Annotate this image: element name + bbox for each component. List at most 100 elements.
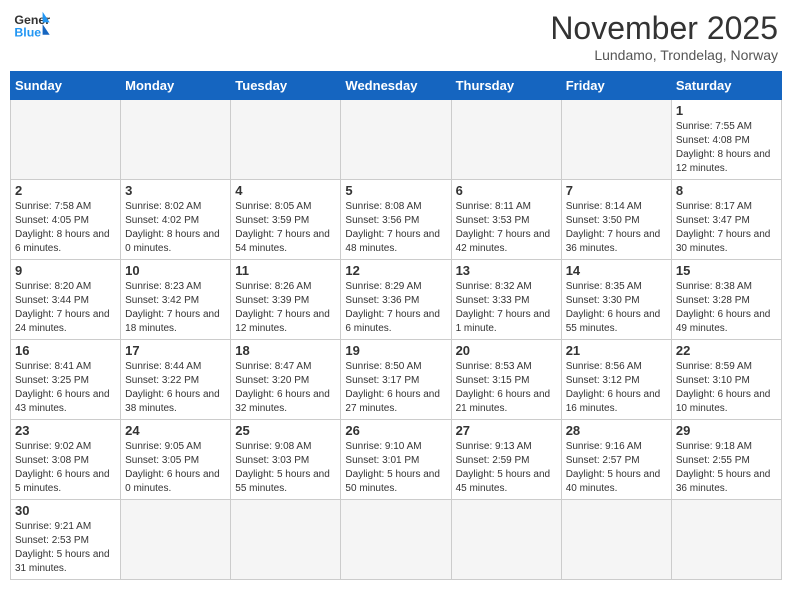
day-number: 3 xyxy=(125,183,226,198)
day-info: Sunrise: 9:02 AMSunset: 3:08 PMDaylight:… xyxy=(15,440,116,496)
day-info: Sunrise: 8:14 AMSunset: 3:50 PMDaylight:… xyxy=(566,200,667,256)
empty-cell xyxy=(231,100,341,180)
weekday-header-row: Sunday Monday Tuesday Wednesday Thursday… xyxy=(11,72,782,100)
empty-cell xyxy=(231,500,341,580)
day-cell: 8Sunrise: 8:17 AMSunset: 3:47 PMDaylight… xyxy=(671,180,781,260)
empty-cell xyxy=(121,100,231,180)
day-cell: 17 Sunrise: 8:44 AMSunset: 3:22 PMDayligh… xyxy=(121,340,231,420)
day-cell: 22 Sunrise: 8:59 AMSunset: 3:10 PMDayligh… xyxy=(671,340,781,420)
day-info: Sunrise: 9:05 AMSunset: 3:05 PMDaylight:… xyxy=(125,440,226,496)
day-number: 7 xyxy=(566,183,667,198)
day-cell: 23 Sunrise: 9:02 AMSunset: 3:08 PMDayligh… xyxy=(11,420,121,500)
day-number: 9 xyxy=(15,263,116,278)
day-info: Sunrise: 9:13 AMSunset: 2:59 PMDaylight:… xyxy=(456,440,557,496)
day-info: Sunrise: 8:29 AMSunset: 3:36 PMDaylight:… xyxy=(345,280,446,336)
day-number: 14 xyxy=(566,263,667,278)
day-info: Sunrise: 8:11 AMSunset: 3:53 PMDaylight:… xyxy=(456,200,557,256)
day-cell: 11 Sunrise: 8:26 AMSunset: 3:39 PMDayligh… xyxy=(231,260,341,340)
day-number: 21 xyxy=(566,343,667,358)
day-cell: 20 Sunrise: 8:53 AMSunset: 3:15 PMDayligh… xyxy=(451,340,561,420)
day-info: Sunrise: 8:26 AMSunset: 3:39 PMDaylight:… xyxy=(235,280,336,336)
day-number: 23 xyxy=(15,423,116,438)
day-number: 1 xyxy=(676,103,777,118)
day-cell: 10Sunrise: 8:23 AMSunset: 3:42 PMDayligh… xyxy=(121,260,231,340)
calendar-row: 30Sunrise: 9:21 AMSunset: 2:53 PMDayligh… xyxy=(11,500,782,580)
day-number: 24 xyxy=(125,423,226,438)
day-number: 25 xyxy=(235,423,336,438)
day-number: 26 xyxy=(345,423,446,438)
day-cell: 19 Sunrise: 8:50 AMSunset: 3:17 PMDayligh… xyxy=(341,340,451,420)
day-cell: 9 Sunrise: 8:20 AMSunset: 3:44 PMDaylight… xyxy=(11,260,121,340)
day-cell: 26 Sunrise: 9:10 AMSunset: 3:01 PMDayligh… xyxy=(341,420,451,500)
header-monday: Monday xyxy=(121,72,231,100)
day-number: 16 xyxy=(15,343,116,358)
empty-cell xyxy=(561,100,671,180)
day-cell: 4Sunrise: 8:05 AMSunset: 3:59 PMDaylight… xyxy=(231,180,341,260)
day-info: Sunrise: 8:59 AMSunset: 3:10 PMDaylight:… xyxy=(676,360,777,416)
calendar-row: 1 Sunrise: 7:55 AMSunset: 4:08 PMDaylight… xyxy=(11,100,782,180)
day-cell: 2 Sunrise: 7:58 AMSunset: 4:05 PMDaylight… xyxy=(11,180,121,260)
location-subtitle: Lundamo, Trondelag, Norway xyxy=(550,47,778,63)
day-number: 17 xyxy=(125,343,226,358)
day-cell: 24 Sunrise: 9:05 AMSunset: 3:05 PMDayligh… xyxy=(121,420,231,500)
day-info: Sunrise: 8:05 AMSunset: 3:59 PMDaylight:… xyxy=(235,200,336,256)
day-cell: 3Sunrise: 8:02 AMSunset: 4:02 PMDaylight… xyxy=(121,180,231,260)
empty-cell xyxy=(451,100,561,180)
day-number: 2 xyxy=(15,183,116,198)
header-wednesday: Wednesday xyxy=(341,72,451,100)
day-info: Sunrise: 8:53 AMSunset: 3:15 PMDaylight:… xyxy=(456,360,557,416)
day-info: Sunrise: 9:21 AMSunset: 2:53 PMDaylight:… xyxy=(15,520,116,576)
day-info: Sunrise: 8:44 AMSunset: 3:22 PMDaylight:… xyxy=(125,360,226,416)
month-title: November 2025 xyxy=(550,10,778,47)
calendar-row: 16 Sunrise: 8:41 AMSunset: 3:25 PMDayligh… xyxy=(11,340,782,420)
day-cell: 30Sunrise: 9:21 AMSunset: 2:53 PMDayligh… xyxy=(11,500,121,580)
day-cell: 12Sunrise: 8:29 AMSunset: 3:36 PMDayligh… xyxy=(341,260,451,340)
logo: General Blue xyxy=(14,10,50,40)
calendar-row: 9 Sunrise: 8:20 AMSunset: 3:44 PMDaylight… xyxy=(11,260,782,340)
day-cell: 13Sunrise: 8:32 AMSunset: 3:33 PMDayligh… xyxy=(451,260,561,340)
day-number: 19 xyxy=(345,343,446,358)
day-cell: 18Sunrise: 8:47 AMSunset: 3:20 PMDayligh… xyxy=(231,340,341,420)
day-info: Sunrise: 9:10 AMSunset: 3:01 PMDaylight:… xyxy=(345,440,446,496)
day-cell: 16 Sunrise: 8:41 AMSunset: 3:25 PMDayligh… xyxy=(11,340,121,420)
header-tuesday: Tuesday xyxy=(231,72,341,100)
day-number: 22 xyxy=(676,343,777,358)
day-info: Sunrise: 8:41 AMSunset: 3:25 PMDaylight:… xyxy=(15,360,116,416)
day-info: Sunrise: 8:23 AMSunset: 3:42 PMDaylight:… xyxy=(125,280,226,336)
day-number: 11 xyxy=(235,263,336,278)
logo-icon: General Blue xyxy=(14,10,50,40)
calendar-row: 2 Sunrise: 7:58 AMSunset: 4:05 PMDaylight… xyxy=(11,180,782,260)
day-info: Sunrise: 9:16 AMSunset: 2:57 PMDaylight:… xyxy=(566,440,667,496)
day-info: Sunrise: 9:08 AMSunset: 3:03 PMDaylight:… xyxy=(235,440,336,496)
day-info: Sunrise: 9:18 AMSunset: 2:55 PMDaylight:… xyxy=(676,440,777,496)
calendar-table: Sunday Monday Tuesday Wednesday Thursday… xyxy=(10,71,782,580)
calendar-row: 23 Sunrise: 9:02 AMSunset: 3:08 PMDayligh… xyxy=(11,420,782,500)
day-info: Sunrise: 7:55 AMSunset: 4:08 PMDaylight:… xyxy=(676,120,777,176)
empty-cell xyxy=(341,100,451,180)
day-cell: 25 Sunrise: 9:08 AMSunset: 3:03 PMDayligh… xyxy=(231,420,341,500)
day-info: Sunrise: 8:20 AMSunset: 3:44 PMDaylight:… xyxy=(15,280,116,336)
day-number: 8 xyxy=(676,183,777,198)
day-cell: 6Sunrise: 8:11 AMSunset: 3:53 PMDaylight… xyxy=(451,180,561,260)
day-number: 20 xyxy=(456,343,557,358)
day-number: 18 xyxy=(235,343,336,358)
day-number: 29 xyxy=(676,423,777,438)
title-area: November 2025 Lundamo, Trondelag, Norway xyxy=(550,10,778,63)
empty-cell xyxy=(341,500,451,580)
day-info: Sunrise: 8:32 AMSunset: 3:33 PMDaylight:… xyxy=(456,280,557,336)
empty-cell xyxy=(121,500,231,580)
page-header: General Blue November 2025 Lundamo, Tron… xyxy=(10,10,782,63)
header-friday: Friday xyxy=(561,72,671,100)
day-info: Sunrise: 8:50 AMSunset: 3:17 PMDaylight:… xyxy=(345,360,446,416)
header-saturday: Saturday xyxy=(671,72,781,100)
day-info: Sunrise: 7:58 AMSunset: 4:05 PMDaylight:… xyxy=(15,200,116,256)
empty-cell xyxy=(671,500,781,580)
day-cell: 7 Sunrise: 8:14 AMSunset: 3:50 PMDaylight… xyxy=(561,180,671,260)
svg-text:Blue: Blue xyxy=(14,25,41,39)
day-info: Sunrise: 8:56 AMSunset: 3:12 PMDaylight:… xyxy=(566,360,667,416)
day-cell: 28Sunrise: 9:16 AMSunset: 2:57 PMDayligh… xyxy=(561,420,671,500)
day-info: Sunrise: 8:38 AMSunset: 3:28 PMDaylight:… xyxy=(676,280,777,336)
day-cell: 29 Sunrise: 9:18 AMSunset: 2:55 PMDayligh… xyxy=(671,420,781,500)
day-number: 5 xyxy=(345,183,446,198)
day-cell: 14Sunrise: 8:35 AMSunset: 3:30 PMDayligh… xyxy=(561,260,671,340)
